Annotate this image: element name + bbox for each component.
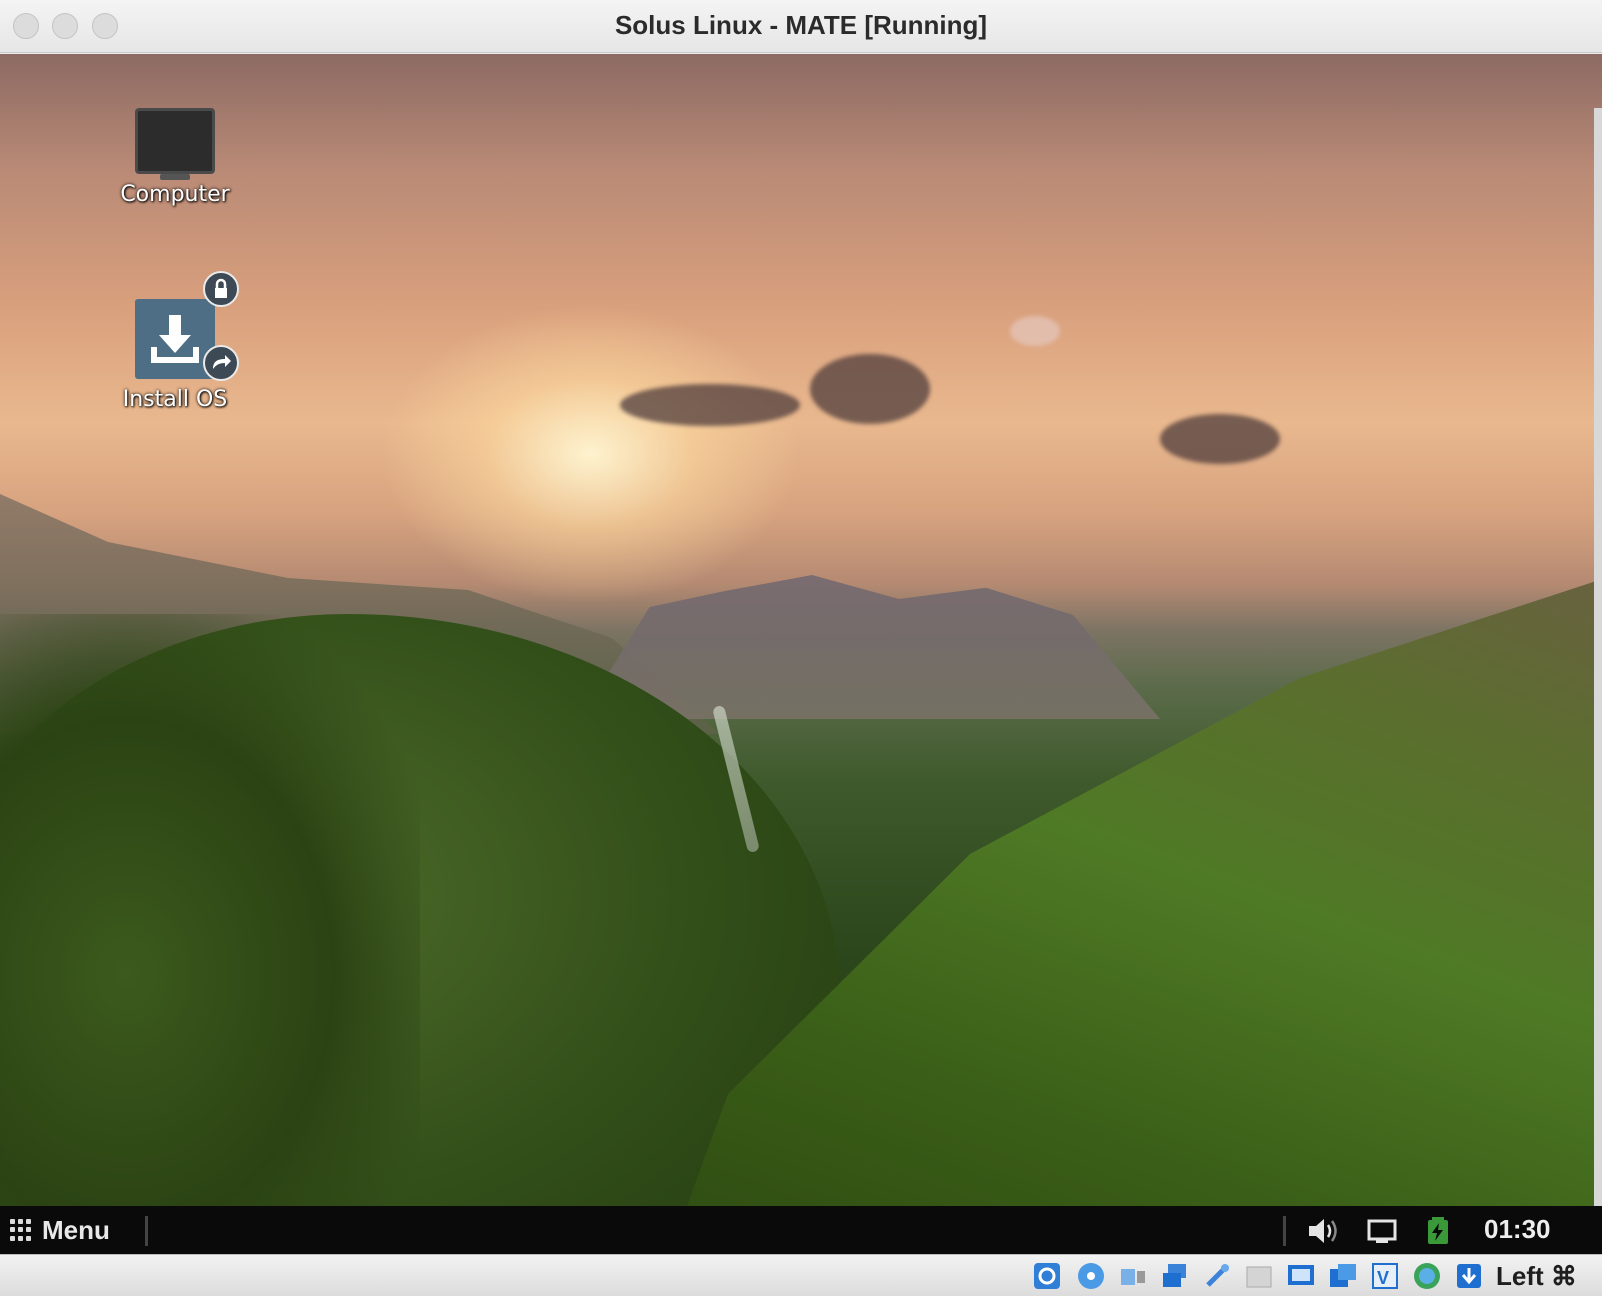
panel-separator bbox=[1283, 1216, 1286, 1246]
menu-label: Menu bbox=[42, 1214, 110, 1245]
panel-separator bbox=[145, 1216, 148, 1246]
panel-clock[interactable]: 01:30 bbox=[1484, 1214, 1551, 1245]
display-icon[interactable] bbox=[1364, 1214, 1400, 1248]
cloud bbox=[620, 384, 800, 426]
network-icon[interactable] bbox=[1160, 1261, 1190, 1291]
desktop-icon-install-os[interactable]: Install OS bbox=[100, 271, 250, 412]
optical-disk-icon[interactable] bbox=[1076, 1261, 1106, 1291]
hard-disk-icon[interactable] bbox=[1032, 1261, 1062, 1291]
cloud bbox=[1160, 414, 1280, 464]
install-download-icon bbox=[135, 271, 239, 381]
mouse-integration-icon[interactable] bbox=[1454, 1261, 1484, 1291]
desktop-icon-label: Install OS bbox=[122, 387, 228, 412]
svg-text:V: V bbox=[1377, 1268, 1389, 1288]
desktop-icon-label: Computer bbox=[120, 182, 230, 207]
usb-icon[interactable] bbox=[1202, 1261, 1232, 1291]
computer-monitor-icon bbox=[135, 108, 215, 180]
left-trees bbox=[0, 614, 420, 1206]
window-titlebar: Solus Linux - MATE [Running] bbox=[0, 0, 1602, 53]
host-key-label[interactable]: Left ⌘ bbox=[1496, 1261, 1577, 1292]
bottom-panel: Menu 01:30 bbox=[0, 1206, 1602, 1254]
shared-folders-icon[interactable] bbox=[1244, 1261, 1274, 1291]
menu-button[interactable]: Menu bbox=[10, 1212, 110, 1248]
sun-glow bbox=[380, 304, 800, 604]
audio-icon[interactable] bbox=[1118, 1261, 1148, 1291]
guest-additions-icon[interactable]: V bbox=[1370, 1261, 1400, 1291]
video-capture-icon[interactable] bbox=[1328, 1261, 1358, 1291]
display-icon[interactable] bbox=[1286, 1261, 1316, 1291]
app-grid-icon bbox=[10, 1219, 32, 1241]
battery-icon[interactable] bbox=[1420, 1214, 1456, 1248]
volume-icon[interactable] bbox=[1305, 1214, 1341, 1248]
symlink-arrow-icon bbox=[203, 345, 239, 381]
recording-icon[interactable] bbox=[1412, 1261, 1442, 1291]
window-right-edge bbox=[1594, 108, 1602, 1206]
lock-icon bbox=[203, 271, 239, 307]
window-title: Solus Linux - MATE [Running] bbox=[614, 10, 988, 40]
cloud bbox=[1010, 316, 1060, 346]
vbox-status-bar: V Left ⌘ bbox=[0, 1254, 1602, 1296]
desktop-icon-computer[interactable]: Computer bbox=[100, 108, 250, 207]
cloud bbox=[810, 354, 930, 424]
desktop-wallpaper[interactable]: Computer Install OS bbox=[0, 54, 1602, 1206]
